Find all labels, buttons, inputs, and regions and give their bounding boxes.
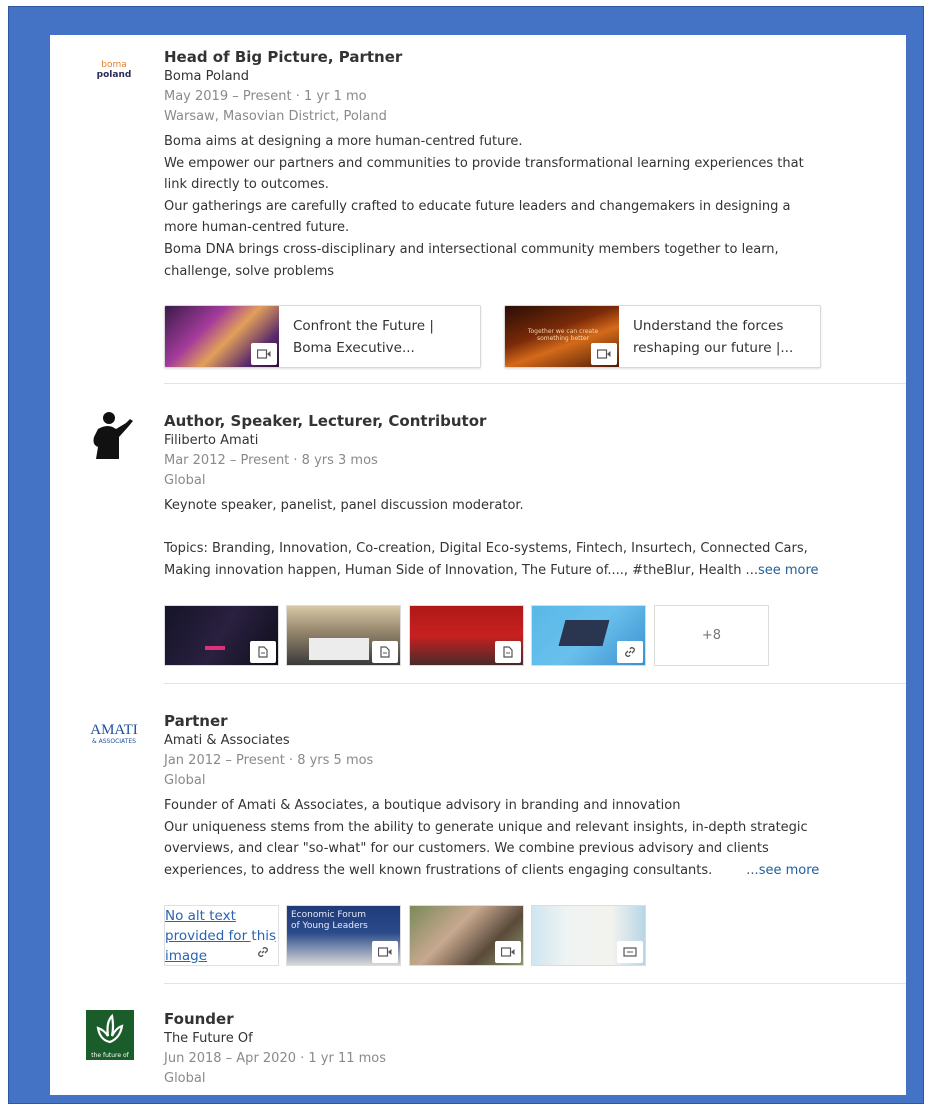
description-line: Our gatherings are carefully crafted to … (164, 198, 791, 214)
video-icon (251, 343, 277, 365)
see-more-link[interactable]: see more (758, 563, 819, 578)
more-media-button[interactable]: +8 (654, 605, 769, 666)
media-link-understand-forces[interactable]: Together we can create something better … (504, 305, 821, 368)
amati-logo-line2: & ASSOCIATES (92, 738, 136, 745)
entry-divider (164, 683, 906, 684)
description-line: We empower our partners and communities … (164, 155, 804, 171)
company-name[interactable]: Filiberto Amati (164, 431, 902, 451)
location: Global (164, 1071, 206, 1086)
company-logo-boma[interactable]: boma poland (86, 61, 142, 117)
future-of-logo-caption: the future of (91, 1052, 129, 1059)
media-tile-document[interactable] (409, 605, 524, 666)
description-line: Boma DNA brings cross-disciplinary and i… (164, 241, 779, 257)
position-title[interactable]: Author, Speaker, Lecturer, Contributor (164, 411, 902, 431)
thumbnail-caption: Economic Forum of Young Leaders (291, 910, 368, 931)
boma-logo-line1: boma (101, 60, 127, 70)
description-line: Founder of Amati & Associates, a boutiqu… (164, 798, 681, 813)
description-line: Our uniqueness stems from the ability to… (164, 819, 808, 835)
presentation-icon (617, 941, 643, 963)
company-logo-amati[interactable]: AMATI & ASSOCIATES (86, 723, 142, 779)
position-title[interactable]: Partner (164, 711, 902, 731)
media-link-title: Confront the Future | Boma Executive... (293, 318, 434, 356)
date-range: Jun 2018 – Apr 2020 · 1 yr 11 mos (164, 1051, 387, 1066)
company-logo-the-future-of[interactable]: the future of (86, 1010, 134, 1060)
video-icon (591, 343, 617, 365)
entry-divider (164, 983, 906, 984)
location: Global (164, 773, 206, 788)
link-icon (617, 641, 643, 663)
video-icon (372, 941, 398, 963)
description-line: experiences, to address the well known f… (164, 862, 820, 878)
company-name[interactable]: Boma Poland (164, 67, 902, 87)
description-line: Boma aims at designing a more human-cent… (164, 134, 523, 149)
document-icon (495, 641, 521, 663)
location: Global (164, 473, 206, 488)
blue-frame: boma poland Head of Big Picture, Partner… (8, 6, 924, 1104)
thumbnail-podium (309, 638, 369, 660)
media-tile-presentation[interactable] (531, 905, 646, 966)
thumbnail-laptop (558, 620, 610, 646)
date-range: May 2019 – Present · 1 yr 1 mo (164, 89, 367, 104)
leaf-icon (96, 1013, 124, 1044)
thumbnail-caption: Together we can create something better (527, 328, 599, 342)
link-icon (250, 941, 276, 963)
position-title[interactable]: Head of Big Picture, Partner (164, 47, 902, 67)
media-tile-video[interactable]: Economic Forum of Young Leaders (286, 905, 401, 966)
experience-section: boma poland Head of Big Picture, Partner… (50, 35, 906, 1095)
position-description: Boma aims at designing a more human-cent… (164, 131, 902, 282)
amati-logo-line1: AMATI (90, 722, 138, 738)
description-line: challenge, solve problems (164, 263, 335, 279)
description-line: link directly to outcomes. (164, 177, 329, 193)
description-line: overviews, and clear "so-what" for our c… (164, 841, 769, 857)
media-tile-link[interactable] (531, 605, 646, 666)
boma-logo-line2: poland (96, 70, 132, 80)
media-thumbnail: Together we can create something better (505, 306, 619, 367)
company-name[interactable]: Amati & Associates (164, 731, 902, 751)
date-range: Mar 2012 – Present · 8 yrs 3 mos (164, 453, 378, 468)
company-name[interactable]: The Future Of (164, 1029, 902, 1049)
entry-divider (164, 383, 906, 384)
description-line: Making innovation happen, Human Side of … (164, 562, 819, 578)
media-thumbnail (165, 306, 279, 367)
position-description: Founder of Amati & Associates, a boutiqu… (164, 795, 902, 881)
media-tile-document[interactable] (164, 605, 279, 666)
position-description: Keynote speaker, panelist, panel discuss… (164, 495, 902, 581)
media-tile-document[interactable] (286, 605, 401, 666)
date-range: Jan 2012 – Present · 8 yrs 5 mos (164, 753, 374, 768)
description-line: more human-centred future. (164, 220, 350, 236)
media-tile-link[interactable]: No alt text provided for this image (164, 905, 279, 966)
document-icon (372, 641, 398, 663)
description-line: Topics: Branding, Innovation, Co-creatio… (164, 541, 808, 557)
description-blank-line (164, 517, 902, 539)
media-tile-video[interactable] (409, 905, 524, 966)
media-link-confront-future[interactable]: Confront the Future | Boma Executive... (164, 305, 481, 368)
video-icon (495, 941, 521, 963)
description-line: Keynote speaker, panelist, panel discuss… (164, 498, 524, 513)
position-title[interactable]: Founder (164, 1009, 902, 1029)
location: Warsaw, Masovian District, Poland (164, 109, 387, 124)
document-icon (250, 641, 276, 663)
speaker-silhouette-icon[interactable] (86, 409, 142, 465)
media-link-title: Understand the forces reshaping our futu… (633, 318, 794, 356)
thumbnail-pink-accent (205, 646, 225, 650)
see-more-link[interactable]: ...see more (746, 863, 819, 878)
